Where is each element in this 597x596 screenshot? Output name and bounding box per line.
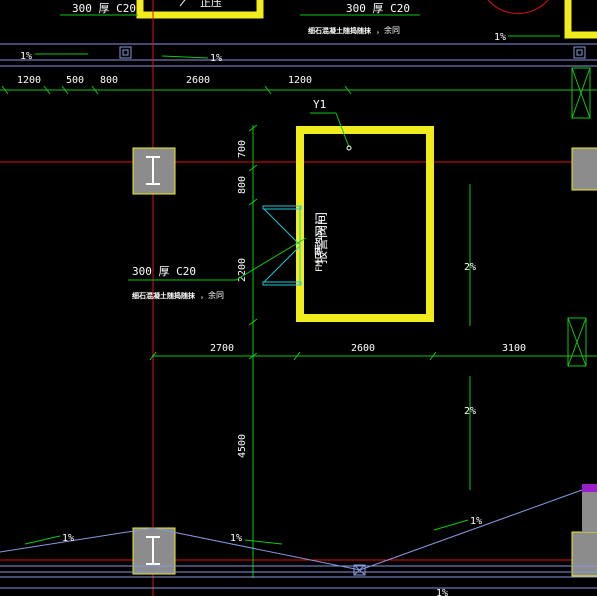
slab-note-material: 细石混凝土随捣随抹 <box>132 291 196 300</box>
vertical-dim-800: 800 <box>237 176 248 194</box>
opening-marker-upper <box>571 67 591 119</box>
top-dim-2: 500 <box>66 75 84 86</box>
top-slab-note-left: 300 厚 C20 <box>72 2 136 15</box>
slope-bottom-mid: 1% <box>230 533 242 544</box>
top-dim-5: 1200 <box>288 75 312 86</box>
slope-bottom-left: 1% <box>62 533 74 544</box>
top-slope-left-b: 1% <box>210 53 222 64</box>
slope-right-lower: 2% <box>464 406 476 417</box>
roof-drainage-lines <box>0 489 597 589</box>
top-dim-1: 1200 <box>17 75 41 86</box>
mid-dim-3100: 3100 <box>502 343 526 354</box>
column-upper-left <box>132 147 176 195</box>
top-dim-4: 2600 <box>186 75 210 86</box>
slab-note-thickness: 300 厚 C20 <box>132 265 196 278</box>
top-slope-leader-b <box>161 55 209 59</box>
top-room-diagonal <box>179 0 186 7</box>
opening-marker-lower <box>567 317 587 367</box>
top-dim-3: 800 <box>100 75 118 86</box>
slab-edge-purple <box>582 484 597 492</box>
vertical-dim-700: 700 <box>237 140 248 158</box>
top-slab-note-right: 300 厚 C20 <box>346 2 410 15</box>
drain-symbol-right <box>573 46 586 59</box>
drain-symbol-left <box>119 46 132 59</box>
slab-note-suffix: ，余同 <box>200 290 224 300</box>
column-upper-right <box>571 147 597 191</box>
drain-symbol-right-inner <box>576 49 583 56</box>
fire-door-symbol <box>262 205 302 286</box>
slope-bottom-edge: 1% <box>436 588 448 596</box>
top-material-suffix-right: ，余同 <box>376 25 400 35</box>
slope-leader-bottom-left <box>24 535 61 545</box>
mid-dim-2600: 2600 <box>351 343 375 354</box>
top-material-note-right: 细石混凝土随捣随抹 <box>308 26 372 35</box>
top-slope-left-a: 1% <box>20 51 32 62</box>
slope-bottom-right: 1% <box>470 516 482 527</box>
top-room-outline-right <box>564 0 597 39</box>
top-slope-right: 1% <box>494 32 506 43</box>
cad-drawing-canvas[interactable]: 正压 300 厚 C20 300 厚 C20 细石混凝土随捣随抹 ，余同 1% … <box>0 0 597 596</box>
floor-plan-svg: 正压 300 厚 C20 300 厚 C20 细石混凝土随捣随抹 ，余同 1% … <box>0 0 597 596</box>
drain-symbol-left-inner <box>122 49 129 56</box>
column-lower-right <box>571 531 597 577</box>
top-room-fragment-text: 正压 <box>200 0 222 9</box>
column-lower-left <box>132 527 176 575</box>
slope-leader-bottom-right <box>433 519 469 531</box>
mid-dim-2700: 2700 <box>210 343 234 354</box>
vertical-dim-4500: 4500 <box>237 434 248 458</box>
slope-right-upper: 2% <box>464 262 476 273</box>
room-tag: Y1 <box>313 98 326 111</box>
slope-leader-bottom-mid <box>244 539 283 545</box>
slab-edge-gray <box>582 492 597 532</box>
door-code: FM 甲 1521 <box>314 220 325 272</box>
top-circle-arc <box>487 0 549 14</box>
